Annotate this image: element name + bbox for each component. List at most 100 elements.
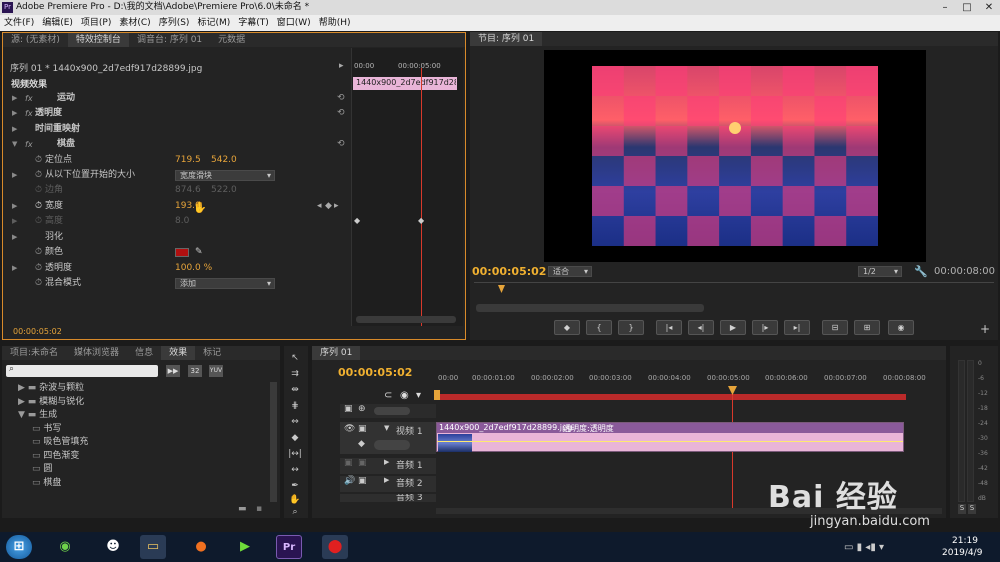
track-select-tool-icon[interactable]: ⇉ xyxy=(288,368,302,381)
extract-button[interactable]: ⊞ xyxy=(854,320,880,335)
video-clip[interactable]: 1440x900_2d7edf917d28899.jpg 透明度:透明度 xyxy=(436,422,904,452)
menu-file[interactable]: 文件(F) xyxy=(0,15,38,31)
go-to-in-button[interactable]: |◂ xyxy=(656,320,682,335)
accelerated-filter-icon[interactable]: ▶▶ xyxy=(166,365,180,377)
prop-blend-mode[interactable]: ⏱ 混合模式 添加 xyxy=(3,276,351,291)
expand-icon[interactable]: ▶ xyxy=(12,168,17,183)
taskbar-media-icon[interactable]: ▶ xyxy=(232,535,258,559)
effect-time-remap[interactable]: ▶ 时间重映射 xyxy=(3,122,351,137)
tab-source[interactable]: 源: (无素材) xyxy=(3,33,68,47)
add-keyframe-button[interactable]: ◆ xyxy=(325,199,332,214)
track-lock-icon[interactable]: ▣ xyxy=(358,424,367,434)
collapse-icon[interactable]: ▼ xyxy=(384,424,389,432)
clip-fx-dropdown[interactable]: 透明度:透明度 xyxy=(563,423,614,434)
tab-program[interactable]: 节目: 序列 01 xyxy=(470,32,543,46)
opacity-value[interactable]: 100.0 % xyxy=(175,261,212,276)
add-marker-icon[interactable]: ▾ xyxy=(416,390,421,401)
menu-help[interactable]: 帮助(H) xyxy=(315,15,355,31)
effect-item[interactable]: ▭ 棋盘 xyxy=(32,477,61,490)
prev-keyframe-button[interactable]: ◂ xyxy=(317,199,322,214)
minimize-button[interactable]: – xyxy=(934,0,956,15)
effect-item[interactable]: ▭ 吸色管填充 xyxy=(32,436,88,449)
stopwatch-icon[interactable]: ⏱ xyxy=(35,276,42,291)
tab-metadata[interactable]: 元数据 xyxy=(210,33,253,47)
fx-icon[interactable]: fx xyxy=(25,106,33,121)
menu-title[interactable]: 字幕(T) xyxy=(234,15,273,31)
keyframe-diamond[interactable]: ◆ xyxy=(354,216,360,225)
new-folder-icon[interactable]: ▬ xyxy=(238,504,247,514)
prop-anchor[interactable]: ⏱ 定位点 719.5 542.0 xyxy=(3,153,351,168)
close-button[interactable]: ✕ xyxy=(978,0,1000,15)
speaker-icon[interactable]: 🔊 xyxy=(344,476,355,486)
tab-audio-mixer[interactable]: 调音台: 序列 01 xyxy=(129,33,210,47)
expand-icon[interactable]: ▶ xyxy=(12,106,17,121)
resolution-dropdown[interactable]: 1/2 xyxy=(858,266,902,277)
expand-icon[interactable]: ▶ xyxy=(12,122,17,137)
effect-item[interactable]: ▭ 圆 xyxy=(32,463,52,476)
rolling-edit-tool-icon[interactable]: ⋕ xyxy=(288,400,302,413)
lift-button[interactable]: ⊟ xyxy=(822,320,848,335)
color-swatch[interactable] xyxy=(175,248,189,257)
reset-icon[interactable]: ⟲ xyxy=(337,91,345,106)
keyframe-toggle-icon[interactable]: ◆ xyxy=(358,439,365,449)
play-only-button[interactable]: ▸ xyxy=(339,61,344,71)
stopwatch-icon[interactable]: ⏱ xyxy=(35,153,42,168)
work-area-start[interactable] xyxy=(434,390,440,400)
tree-scrollbar[interactable] xyxy=(270,382,277,502)
expand-icon[interactable]: ▶ xyxy=(384,476,389,484)
effect-folder[interactable]: ▼ ▬ 生成 xyxy=(18,409,57,422)
expand-icon[interactable]: ▶ xyxy=(384,458,389,466)
32bit-filter-icon[interactable]: 32 xyxy=(188,365,202,377)
menu-marker[interactable]: 标记(M) xyxy=(193,15,234,31)
keyframe-diamond[interactable]: ◆ xyxy=(418,216,424,225)
stopwatch-icon[interactable]: ⏱ xyxy=(35,245,42,260)
tab-effect-controls[interactable]: 特效控制台 xyxy=(67,33,129,47)
play-button[interactable]: ▶ xyxy=(720,320,746,335)
track-lock-icon[interactable]: ⊕ xyxy=(358,404,366,414)
settings-wrench-icon[interactable]: 🔧 xyxy=(914,265,928,278)
pen-tool-icon[interactable]: ✒ xyxy=(288,480,302,493)
program-viewer[interactable] xyxy=(544,50,926,262)
start-button[interactable]: ⊞ xyxy=(6,535,32,559)
razor-tool-icon[interactable]: ◆ xyxy=(288,432,302,445)
mini-playhead[interactable] xyxy=(421,68,422,326)
menu-clip[interactable]: 素材(C) xyxy=(115,15,154,31)
effect-folder[interactable]: ▶ ▬ 杂波与颗粒 xyxy=(18,382,84,395)
expand-icon[interactable]: ▶ xyxy=(12,199,17,214)
snap-icon[interactable]: ⊂ xyxy=(384,390,392,401)
tab-markers[interactable]: 标记 xyxy=(195,346,229,360)
collapse-icon[interactable]: ▼ xyxy=(12,137,17,152)
mark-out-button[interactable]: } xyxy=(618,320,644,335)
anchor-y[interactable]: 542.0 xyxy=(211,153,237,168)
effects-search-input[interactable]: ⌕ xyxy=(6,364,158,377)
track-mute-icon[interactable]: ▣ xyxy=(344,458,353,468)
timeline-ruler[interactable]: 00:00 00:00:01:00 00:00:02:00 00:00:03:0… xyxy=(434,374,944,402)
yuv-filter-icon[interactable]: YUV xyxy=(209,365,223,377)
effect-item[interactable]: ▭ 四色渐变 xyxy=(32,450,79,463)
effect-folder[interactable]: ▶ ▬ 模糊与锐化 xyxy=(18,396,84,409)
track-output-icon[interactable]: ▣ xyxy=(344,404,353,414)
taskbar-explorer-icon[interactable]: ▭ xyxy=(140,535,166,559)
expand-icon[interactable]: ▶ xyxy=(12,261,17,276)
solo-left-button[interactable]: S xyxy=(958,504,966,514)
prop-opacity[interactable]: ▶ ⏱ 透明度 100.0 % xyxy=(3,261,351,276)
keyframe-nav[interactable] xyxy=(374,440,410,450)
step-back-button[interactable]: ◂| xyxy=(688,320,714,335)
rate-stretch-tool-icon[interactable]: ⇔ xyxy=(288,416,302,429)
prop-feather[interactable]: ▶ 羽化 xyxy=(3,230,351,245)
anchor-x[interactable]: 719.5 xyxy=(175,153,201,168)
track-sync-icon[interactable]: ▣ xyxy=(358,476,367,486)
delete-icon[interactable]: ▪ xyxy=(256,504,262,514)
stopwatch-icon[interactable]: ⏱ xyxy=(35,261,42,276)
program-timecode[interactable]: 00:00:05:02 xyxy=(472,265,546,278)
program-zoom-bar[interactable] xyxy=(476,304,704,312)
opacity-rubberband[interactable] xyxy=(437,441,903,442)
tab-info[interactable]: 信息 xyxy=(127,346,161,360)
track-sync-icon[interactable]: ▣ xyxy=(358,458,367,468)
taskbar-recorder-icon[interactable]: ⬤ xyxy=(322,535,348,559)
taskbar-browser-icon[interactable]: ◉ xyxy=(52,535,78,559)
program-playhead[interactable] xyxy=(498,285,505,293)
tab-media-browser[interactable]: 媒体浏览器 xyxy=(66,346,127,360)
stopwatch-icon[interactable]: ⏱ xyxy=(35,168,42,183)
slip-tool-icon[interactable]: |↔| xyxy=(288,448,302,461)
